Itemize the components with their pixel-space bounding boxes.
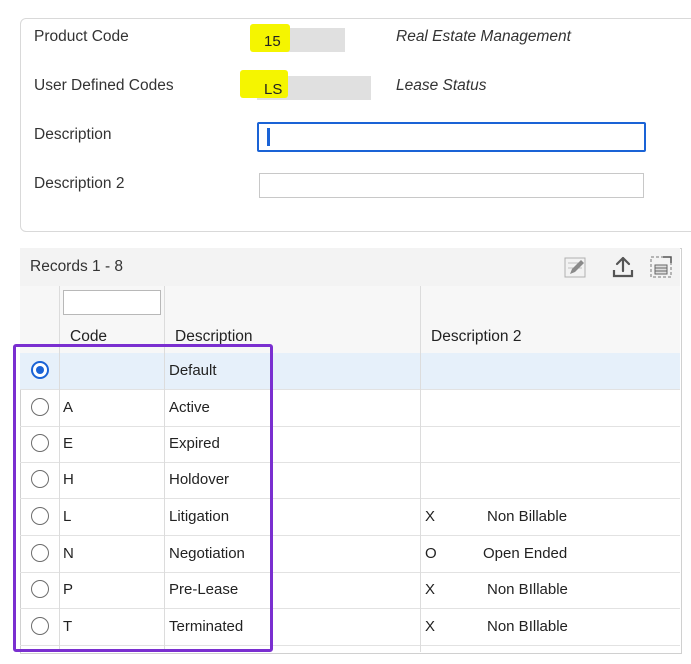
cell-code: E [63,435,74,452]
cell-description: Active [169,399,210,416]
user-defined-codes-value: LS [264,81,283,98]
cell-d2-text: Non Billable [487,508,568,525]
cell-code: T [63,618,73,635]
table-row[interactable]: E Expired [20,426,680,463]
row-select-radio[interactable] [31,580,49,598]
cell-description: Pre-Lease [169,581,239,598]
cell-d2-code: O [425,545,437,562]
cell-d2-text: Non BIllable [487,618,568,635]
table-row[interactable]: H Holdover [20,462,680,499]
cell-code: P [63,581,74,598]
cell-description: Holdover [169,471,230,488]
column-divider [164,286,165,652]
cell-code: N [63,545,74,562]
table-row[interactable]: Default [20,353,680,390]
cell-d2-code: X [425,508,436,525]
table-row[interactable]: L Litigation X Non Billable [20,499,680,536]
expand-grid-icon[interactable] [648,254,674,280]
row-select-radio[interactable] [31,507,49,525]
column-header-code[interactable]: Code [70,328,107,346]
product-code-value: 15 [264,33,281,50]
table-row[interactable]: N Negotiation O Open Ended [20,536,680,573]
description-label: Description [34,126,112,143]
product-code-description: Real Estate Management [396,28,571,45]
row-select-radio[interactable] [31,434,49,452]
column-header-row [20,319,680,354]
column-header-description[interactable]: Description [175,328,253,346]
table-row[interactable]: P Pre-Lease X Non BIllable [20,572,680,609]
description2-input[interactable] [259,173,644,198]
column-divider [59,286,60,652]
code-filter-input[interactable] [63,290,161,315]
cell-description: Litigation [169,508,230,525]
table-row[interactable]: A Active [20,390,680,427]
row-select-radio[interactable] [31,544,49,562]
cell-d2-text: Non BIllable [487,581,568,598]
row-select-radio[interactable] [31,617,49,635]
description2-label: Description 2 [34,175,125,192]
row-select-radio[interactable] [31,361,49,379]
app-window: Product Code 15 Real Estate Management U… [0,0,691,664]
records-count-label: Records 1 - 8 [30,258,124,275]
text-caret [267,128,270,146]
column-divider [420,286,421,652]
cell-description: Terminated [169,618,244,635]
cell-description: Expired [169,435,220,452]
cell-description: Default [169,362,217,379]
edit-icon[interactable] [562,254,588,280]
cell-d2-text: Open Ended [483,545,568,562]
cell-d2-code: X [425,581,436,598]
product-code-label: Product Code [34,28,129,45]
cell-description: Negotiation [169,545,245,562]
cell-code: H [63,471,74,488]
cell-d2-code: X [425,618,436,635]
description-input[interactable] [257,122,646,152]
table-row[interactable]: T Terminated X Non BIllable [20,609,680,646]
user-defined-codes-label: User Defined Codes [34,77,174,94]
row-select-radio[interactable] [31,398,49,416]
cell-code: A [63,399,74,416]
column-header-description2[interactable]: Description 2 [431,328,521,346]
user-defined-codes-description: Lease Status [396,77,487,94]
row-select-radio[interactable] [31,470,49,488]
cell-code: L [63,508,72,525]
export-icon[interactable] [610,254,636,280]
